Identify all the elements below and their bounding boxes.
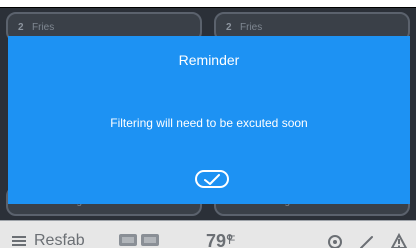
settings-icon[interactable] — [326, 233, 344, 248]
top-border — [0, 0, 416, 8]
reminder-dialog: Reminder Filtering will need to be excut… — [8, 36, 410, 204]
vat-icon[interactable] — [118, 231, 160, 248]
confirm-button[interactable] — [195, 170, 229, 188]
dialog-title: Reminder — [178, 52, 240, 68]
status-icons — [326, 232, 408, 248]
alert-icon[interactable] — [390, 232, 408, 248]
bottom-status-bar: Resfab 79° F — [0, 220, 416, 248]
check-icon — [204, 174, 220, 185]
dialog-message: Filtering will need to be excuted soon — [110, 116, 308, 130]
temperature-unit: F — [228, 233, 236, 247]
menu-icon[interactable] — [12, 236, 26, 246]
device-frame: 2 Fries 2 Fries 6 Onion Rings 6 Onion Ri… — [0, 0, 416, 248]
fryer-screen: 2 Fries 2 Fries 6 Onion Rings 6 Onion Ri… — [0, 8, 416, 248]
tile-name: Fries — [240, 22, 263, 33]
maintenance-icon[interactable] — [358, 233, 376, 248]
tile-name: Fries — [32, 22, 55, 33]
tile-number: 2 — [18, 22, 24, 33]
menu-label[interactable]: Resfab — [34, 232, 85, 248]
tile-number: 2 — [226, 22, 232, 33]
